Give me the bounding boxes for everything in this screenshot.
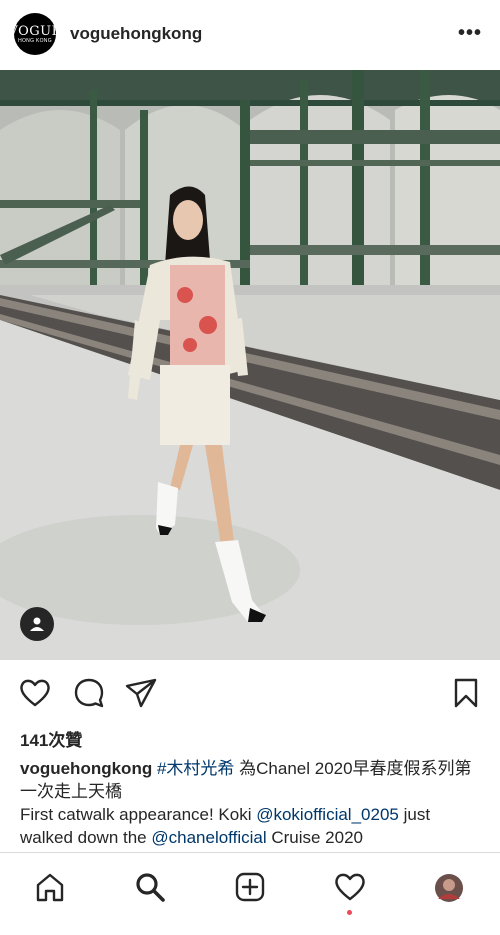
- avatar-logo-subtext: HONG KONG: [18, 37, 52, 44]
- tag-people-button[interactable]: [20, 607, 54, 641]
- post-photo[interactable]: [0, 70, 500, 660]
- caption-mention-chanel[interactable]: @chanelofficial: [151, 828, 266, 847]
- more-options-button[interactable]: •••: [458, 22, 482, 45]
- bookmark-icon[interactable]: [450, 676, 482, 710]
- bottom-navigation: [0, 852, 500, 935]
- likes-count[interactable]: 141次贊: [20, 726, 82, 751]
- profile-avatar[interactable]: [434, 873, 464, 903]
- heart-icon[interactable]: [18, 676, 52, 710]
- comment-icon[interactable]: [72, 676, 106, 710]
- home-icon[interactable]: [34, 871, 66, 903]
- caption-text-english: First catwalk appearance! Koki: [20, 805, 257, 824]
- add-post-icon[interactable]: [234, 871, 266, 903]
- runway-photo-illustration: [0, 70, 500, 660]
- avatar-logo-text: VOGUE: [8, 23, 62, 39]
- search-icon[interactable]: [134, 871, 166, 903]
- person-tag-icon: [30, 617, 44, 631]
- notification-dot: [347, 910, 352, 915]
- caption-hashtag[interactable]: #木村光希: [157, 759, 234, 778]
- caption-username[interactable]: voguehongkong: [20, 759, 152, 778]
- caption-text-end: Cruise 2020: [266, 828, 363, 847]
- post-caption: voguehongkong #木村光希 為Chanel 2020早春度假系列第一…: [20, 757, 480, 849]
- post-action-bar: [0, 672, 500, 716]
- account-avatar[interactable]: VOGUE HONG KONG: [8, 13, 61, 55]
- post-username[interactable]: voguehongkong: [70, 24, 202, 44]
- activity-heart-icon[interactable]: [333, 871, 367, 903]
- caption-mention-koki[interactable]: @kokiofficial_0205: [256, 805, 399, 824]
- paper-plane-icon[interactable]: [124, 676, 158, 710]
- post-header: VOGUE HONG KONG voguehongkong •••: [0, 0, 500, 70]
